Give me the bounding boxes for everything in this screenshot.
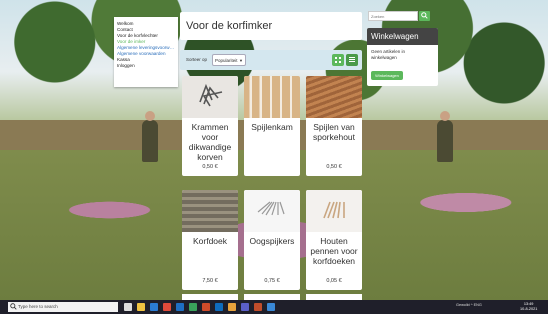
excel-icon[interactable] [189,303,197,311]
product-card[interactable]: Spijlen van sporkehout 0,50 € [306,76,362,176]
cart-button[interactable]: Winkelwagen [371,71,403,80]
powerpoint-icon[interactable] [202,303,210,311]
page-title: Voor de korfimker [186,20,273,32]
search-input[interactable] [368,11,418,21]
title-box: Voor de korfimker [180,12,362,40]
product-image-sporkehout [306,76,362,118]
product-name: Krammen voor dikwandige korven [188,122,232,162]
app-icon[interactable] [254,303,262,311]
product-price: 0,75 € [264,278,280,284]
product-card[interactable]: Houten pennen voor korfdoeken 0,05 € [306,190,362,290]
grid-icon [335,57,341,63]
product-name: Oogspijkers [249,236,295,246]
product-image-houten-pennen [306,190,362,232]
product-name: Spijlenkam [251,122,293,132]
product-card[interactable]: Korfdoek 7,50 € [182,190,238,290]
search-icon [421,12,428,19]
side-menu: Welkom Contact Voor de korfvlechter Voor… [114,17,178,87]
product-card[interactable]: Spijlenkam [244,76,300,176]
product-price: 7,50 € [202,278,218,284]
product-name: Houten pennen voor korfdoeken [310,236,358,266]
clock-date: 10-8-2021 [520,307,538,311]
sort-label: Sorteer op [186,57,208,62]
sort-select[interactable]: Populariteit ▼ [212,54,246,66]
task-view-icon[interactable] [124,303,132,311]
chrome-icon[interactable] [163,303,171,311]
sort-toolbar: Sorteer op Populariteit ▼ [180,50,362,70]
taskbar-search[interactable]: Type here to search [8,302,118,312]
edge-icon[interactable] [150,303,158,311]
product-name: Spijlen van sporkehout [312,122,356,142]
product-card[interactable]: Oogspijkers 0,75 € [244,190,300,290]
product-price: 0,05 € [326,278,342,284]
teams-icon[interactable] [241,303,249,311]
search-button[interactable] [419,11,430,21]
cart-empty-text: Geen artikelen in winkelwagen [371,49,406,60]
product-image-oogspijkers [244,190,300,232]
main-content: Voor de korfimker Sorteer op Popularitei… [180,8,364,300]
product-card[interactable]: Krammen voor dikwandige korven 0,50 € [182,76,238,176]
outlook-icon[interactable] [215,303,223,311]
tray-clock[interactable]: 13:49 10-8-2021 [520,302,537,312]
product-image-krammen [182,76,238,118]
product-price: 0,50 € [326,164,342,170]
list-view-button[interactable] [346,54,358,66]
search-icon [10,303,17,310]
product-name: Korfdoek [192,236,228,246]
product-image-korfdoek [182,190,238,232]
taskbar-search-placeholder: Type here to search [18,304,58,309]
product-image-spijlenkam [244,76,300,118]
product-price: 0,50 € [202,164,218,170]
cart-widget: Winkelwagen Geen artikelen in winkelwage… [367,28,438,86]
menu-item-inloggen[interactable]: Inloggen [117,63,175,69]
cart-title: Winkelwagen [367,28,438,45]
taskbar: Type here to search Gewolkt ^ ENG 13:49 … [0,300,548,314]
file-explorer-icon[interactable] [137,303,145,311]
grid-view-button[interactable] [332,54,344,66]
chevron-down-icon: ▼ [239,58,243,63]
word-icon[interactable] [176,303,184,311]
app-icon[interactable] [267,303,275,311]
tray-status: Gewolkt ^ ENG [456,303,482,307]
folder-icon[interactable] [228,303,236,311]
sort-select-value: Populariteit [215,58,238,63]
list-icon [349,57,355,63]
